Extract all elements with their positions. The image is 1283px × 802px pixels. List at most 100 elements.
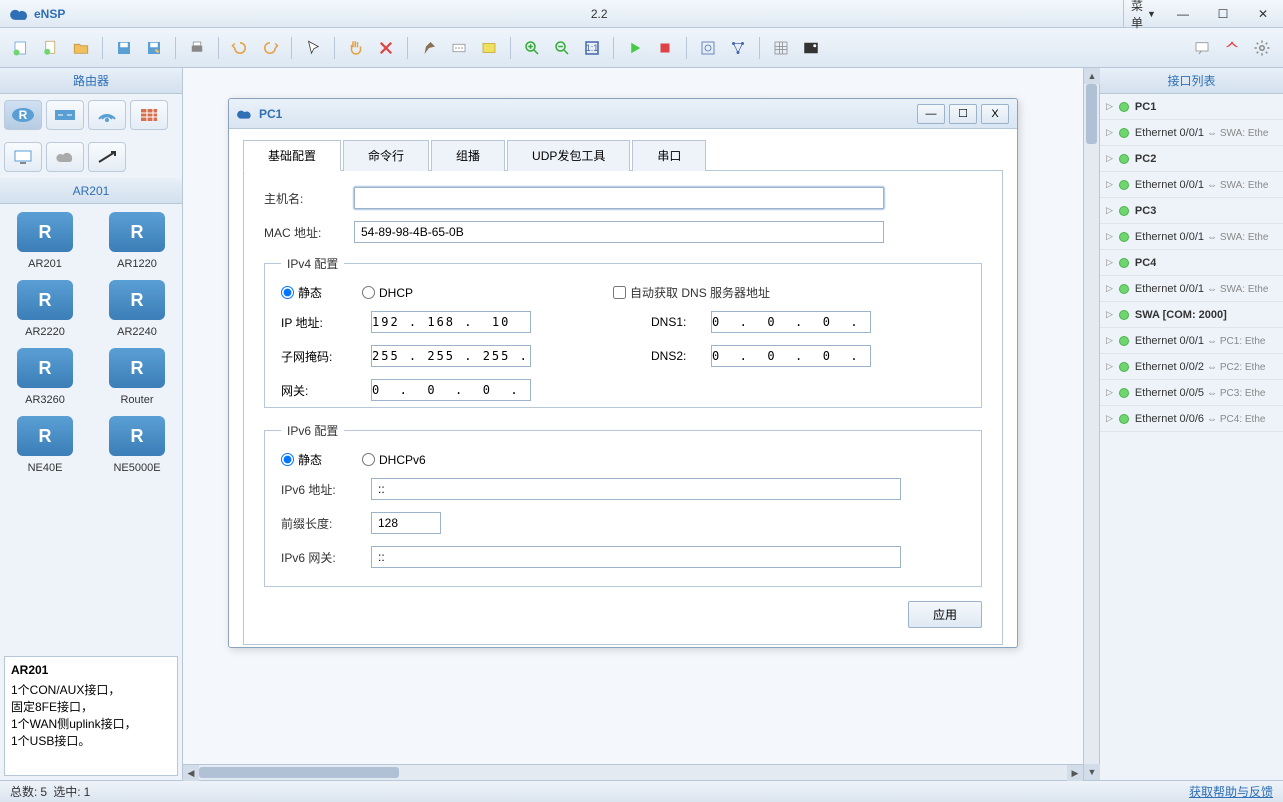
pointer-icon[interactable] [300,35,326,61]
dialog-minimize-button[interactable]: — [917,104,945,124]
hostname-input[interactable] [354,187,884,209]
interface-row[interactable]: ▷PC1 [1100,94,1283,120]
zoom-out-icon[interactable] [549,35,575,61]
interface-row[interactable]: ▷Ethernet 0/0/6 ⇔ PC4: Ethe [1100,406,1283,432]
open-icon[interactable] [68,35,94,61]
category-router-icon[interactable]: R [4,100,42,130]
dialog-close-button[interactable]: X [981,104,1009,124]
zoom-in-icon[interactable] [519,35,545,61]
ipv4-static-radio[interactable]: 静态 [281,284,322,301]
device-item[interactable]: RAR3260 [4,344,86,410]
dialog-maximize-button[interactable]: ☐ [949,104,977,124]
tab-multicast[interactable]: 组播 [431,140,505,171]
scroll-up-icon[interactable]: ▲ [1084,68,1100,84]
dns2-input[interactable] [711,345,871,367]
palette-icon[interactable] [476,35,502,61]
expand-icon: ▷ [1106,361,1113,372]
gateway-input[interactable] [371,379,531,401]
zoom-fit-icon[interactable]: 1:1 [579,35,605,61]
pan-icon[interactable] [343,35,369,61]
device-item[interactable]: RNE40E [4,412,86,478]
grid-icon[interactable] [768,35,794,61]
scroll-left-icon[interactable]: ◀ [183,765,199,781]
ipv6-static-radio[interactable]: 静态 [281,451,322,468]
canvas[interactable]: PC1 — ☐ X 基础配置 命令行 组播 UDP发包工具 串口 [183,68,1083,764]
horizontal-scrollbar[interactable]: ◀ ▶ [183,764,1083,780]
vertical-scrollbar[interactable]: ▲ ▼ [1083,68,1099,780]
mac-input[interactable] [354,221,884,243]
help-feedback-link[interactable]: 获取帮助与反馈 [1189,783,1273,800]
tab-udp-tool[interactable]: UDP发包工具 [507,140,630,171]
delete-icon[interactable] [373,35,399,61]
ipv4-dhcp-radio[interactable]: DHCP [362,286,413,300]
tab-cli[interactable]: 命令行 [343,140,429,171]
interface-row[interactable]: ▷Ethernet 0/0/1 ⇔ SWA: Ethe [1100,172,1283,198]
ip-input[interactable] [371,311,531,333]
redo-icon[interactable] [257,35,283,61]
category-link-icon[interactable] [88,142,126,172]
tab-basic-config[interactable]: 基础配置 [243,140,341,171]
start-icon[interactable] [622,35,648,61]
device-item[interactable]: RAR2240 [96,276,178,342]
message-icon[interactable] [1189,35,1215,61]
device-item[interactable]: RAR2220 [4,276,86,342]
ip-label: IP 地址: [281,314,371,331]
huawei-icon[interactable] [1219,35,1245,61]
screenshot-icon[interactable] [798,35,824,61]
prefix-input[interactable] [371,512,441,534]
close-button[interactable]: ✕ [1243,0,1283,28]
pc-config-dialog: PC1 — ☐ X 基础配置 命令行 组播 UDP发包工具 串口 [228,98,1018,648]
ipv6-addr-input[interactable] [371,478,901,500]
interface-row[interactable]: ▷Ethernet 0/0/1 ⇔ SWA: Ethe [1100,120,1283,146]
apply-button[interactable]: 应用 [908,601,982,628]
interface-row[interactable]: ▷Ethernet 0/0/1 ⇔ PC1: Ethe [1100,328,1283,354]
category-switch-icon[interactable] [46,100,84,130]
dns1-label: DNS1: [651,315,711,329]
new-topo-icon[interactable] [8,35,34,61]
dns1-input[interactable] [711,311,871,333]
interface-row[interactable]: ▷SWA [COM: 2000] [1100,302,1283,328]
scroll-down-icon[interactable]: ▼ [1084,764,1100,780]
status-led-icon [1119,362,1129,372]
minimize-button[interactable]: — [1163,0,1203,28]
tab-serial[interactable]: 串口 [632,140,706,171]
interface-row[interactable]: ▷Ethernet 0/0/1 ⇔ SWA: Ethe [1100,276,1283,302]
device-item[interactable]: RNE5000E [96,412,178,478]
category-wlan-icon[interactable] [88,100,126,130]
category-firewall-icon[interactable] [130,100,168,130]
undo-icon[interactable] [227,35,253,61]
interface-row[interactable]: ▷Ethernet 0/0/5 ⇔ PC3: Ethe [1100,380,1283,406]
status-selected-value: 1 [84,785,91,799]
category-cloud-icon[interactable] [46,142,84,172]
print-icon[interactable] [184,35,210,61]
category-pc-icon[interactable] [4,142,42,172]
ipv6-gw-input[interactable] [371,546,901,568]
capture-icon[interactable] [695,35,721,61]
stop-icon[interactable] [652,35,678,61]
menu-button[interactable]: 菜 单▼ [1123,0,1163,28]
mac-label: MAC 地址: [264,224,354,241]
document-title: 2.2 [75,7,1123,21]
interface-row[interactable]: ▷Ethernet 0/0/1 ⇔ SWA: Ethe [1100,224,1283,250]
expand-icon: ▷ [1106,127,1113,138]
interface-row[interactable]: ▷PC2 [1100,146,1283,172]
new-file-icon[interactable] [38,35,64,61]
topo-icon[interactable] [725,35,751,61]
auto-dns-checkbox[interactable]: 自动获取 DNS 服务器地址 [613,284,770,301]
interface-row[interactable]: ▷PC4 [1100,250,1283,276]
maximize-button[interactable]: ☐ [1203,0,1243,28]
ipv6-dhcpv6-radio[interactable]: DHCPv6 [362,453,426,467]
scroll-right-icon[interactable]: ▶ [1067,765,1083,781]
interface-row[interactable]: ▷Ethernet 0/0/2 ⇔ PC2: Ethe [1100,354,1283,380]
save-as-icon[interactable] [141,35,167,61]
device-item[interactable]: RAR1220 [96,208,178,274]
mask-input[interactable] [371,345,531,367]
text-icon[interactable] [446,35,472,61]
settings-icon[interactable] [1249,35,1275,61]
device-item[interactable]: RRouter [96,344,178,410]
save-icon[interactable] [111,35,137,61]
device-item[interactable]: RAR201 [4,208,86,274]
broom-icon[interactable] [416,35,442,61]
status-led-icon [1119,310,1129,320]
interface-row[interactable]: ▷PC3 [1100,198,1283,224]
